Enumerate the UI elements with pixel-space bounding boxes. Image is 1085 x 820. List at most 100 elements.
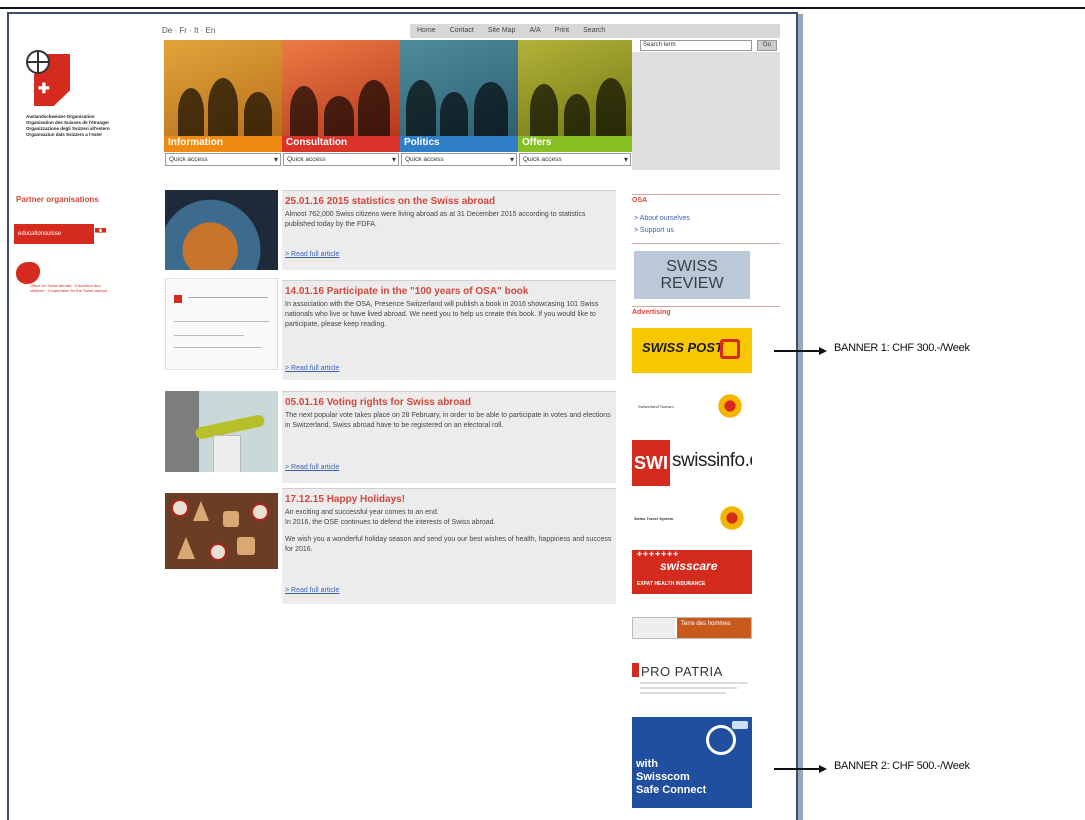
nav-home[interactable]: Home (410, 24, 443, 38)
news-article: 05.01.16 Voting rights for Swiss abroad … (282, 391, 616, 483)
article-body: We wish you a wonderful holiday season a… (285, 536, 612, 553)
swisscare-label: swisscare (660, 559, 718, 573)
osa-partner-text: Office for Swiss Abroad · Education and … (30, 283, 107, 293)
article-body: In 2016, the OSE continues to defend the… (285, 519, 496, 526)
logo-line: Organisaziun dals Svizzers a l'ester (26, 132, 103, 137)
switzerland-tourism-ad[interactable]: Switzerland Tourism (632, 390, 752, 422)
news-article: 17.12.15 Happy Holidays! An exciting and… (282, 488, 616, 604)
nav-contact[interactable]: Contact (443, 24, 481, 38)
tab-consultation[interactable]: Consultation (282, 136, 400, 150)
tab-information[interactable]: Information (164, 136, 282, 150)
sidebar-link-support[interactable]: > Support us (634, 227, 674, 234)
article-title[interactable]: 17.12.15 Happy Holidays! (285, 494, 612, 505)
sun-flower-icon (718, 504, 746, 532)
article-thumbnail-globe[interactable] (165, 190, 278, 270)
article-body: Almost 762,000 Swiss citizens were livin… (285, 211, 586, 228)
swiss-review-banner[interactable]: SWISS REVIEW (634, 251, 750, 299)
search-go-button[interactable]: Go (757, 40, 777, 51)
nav-font-size[interactable]: A/A (522, 24, 547, 38)
language-switcher[interactable]: De · Fr · It · En (162, 26, 215, 35)
header-side-panel (632, 52, 780, 170)
quick-access-information[interactable]: Quick access (165, 153, 281, 166)
tab-offers[interactable]: Offers (518, 136, 632, 150)
globe-icon (706, 725, 736, 755)
top-navigation: Home Contact Site Map A/A Print Search (410, 24, 780, 38)
search-input[interactable]: Search term (640, 40, 752, 51)
sidebar-link-about[interactable]: > About ourselves (634, 215, 690, 222)
sun-flower-icon (716, 392, 744, 420)
terre-des-hommes-label: Terre des hommes (677, 618, 751, 638)
swiss-post-label: SWISS POST (642, 340, 723, 355)
banner1-note: BANNER 1: CHF 300.-/Week (834, 342, 970, 354)
banner2-arrow (774, 765, 827, 772)
swisscom-line: Safe Connect (636, 784, 707, 796)
swisscom-line: with (636, 758, 658, 770)
globe-flag-icon: ✚ (26, 50, 70, 106)
swiss-post-ad[interactable]: SWISS POST (632, 328, 752, 373)
osa-logo[interactable]: ✚ Auslandschweizer-Organisation Organisa… (26, 50, 166, 138)
swiss-travel-system-label: Swiss Travel System (634, 516, 674, 521)
frame-shadow (798, 14, 803, 820)
swissinfo-label: swissinfo.ch (672, 450, 752, 471)
pro-patria-ad[interactable]: PRO PATRIA (632, 661, 752, 706)
swisscare-subtitle: EXPAT HEALTH INSURANCE (637, 581, 706, 587)
article-title[interactable]: 05.01.16 Voting rights for Swiss abroad (285, 397, 612, 408)
sidebar-osa-heading: OSA (632, 194, 780, 204)
article-title[interactable]: 25.01.16 2015 statistics on the Swiss ab… (285, 196, 612, 207)
quick-access-consultation[interactable]: Quick access (283, 153, 399, 166)
swiss-travel-system-ad[interactable]: Swiss Travel System (632, 500, 752, 534)
category-rule (164, 150, 282, 152)
terre-des-hommes-photo (633, 618, 675, 638)
information-banner-image[interactable] (164, 40, 282, 136)
educationsuisse-logo[interactable]: educationsuisse (14, 224, 94, 244)
read-full-article-link[interactable]: > Read full article (285, 251, 339, 258)
category-rule (400, 150, 518, 152)
read-full-article-link[interactable]: > Read full article (285, 464, 339, 471)
logo-text: Auslandschweizer-Organisation Organisati… (26, 114, 166, 138)
tab-politics[interactable]: Politics (400, 136, 518, 150)
partner-organisations-heading: Partner organisations (16, 195, 99, 204)
swi-badge: SWI (632, 440, 670, 486)
read-full-article-link[interactable]: > Read full article (285, 365, 339, 372)
sidebar-divider (632, 243, 780, 244)
top-rule (0, 7, 1085, 9)
stars-icon: ✚✚✚✚✚✚✚ (637, 552, 680, 558)
pro-patria-fineprint (640, 682, 748, 694)
read-full-article-link[interactable]: > Read full article (285, 587, 339, 594)
nav-search[interactable]: Search (576, 24, 612, 38)
category-rule (282, 150, 400, 152)
pro-patria-label: PRO PATRIA (641, 664, 723, 679)
banner1-arrow (774, 347, 827, 354)
news-article: 25.01.16 2015 statistics on the Swiss ab… (282, 190, 616, 270)
article-thumbnail-ballot[interactable] (165, 391, 278, 472)
swisscom-safe-connect-ad[interactable]: with Swisscom Safe Connect (632, 717, 752, 808)
offers-banner-image[interactable] (518, 40, 632, 136)
consultation-banner-image[interactable] (282, 40, 400, 136)
quick-access-offers[interactable]: Quick access (519, 153, 631, 166)
article-body: In association with the OSA, Presence Sw… (285, 301, 599, 328)
nav-print[interactable]: Print (548, 24, 576, 38)
politics-banner-image[interactable] (400, 40, 518, 136)
tag-icon (732, 721, 748, 729)
swisscom-line: Swisscom (636, 771, 690, 783)
review-line: REVIEW (660, 275, 724, 292)
switzerland-tourism-label: Switzerland Tourism (638, 404, 674, 409)
swiss-flag-icon (174, 295, 182, 303)
quick-access-politics[interactable]: Quick access (401, 153, 517, 166)
terre-des-hommes-ad[interactable]: Terre des hommes (632, 617, 752, 639)
review-line: SWISS (666, 258, 718, 275)
swisscare-ad[interactable]: ✚✚✚✚✚✚✚ swisscare EXPAT HEALTH INSURANCE (632, 550, 752, 594)
pro-patria-flag-icon (632, 663, 639, 677)
article-body: An exciting and successful year comes to… (285, 509, 439, 516)
article-title[interactable]: 14.01.16 Participate in the "100 years o… (285, 286, 612, 297)
nav-site-map[interactable]: Site Map (481, 24, 523, 38)
article-thumbnail-cookies[interactable] (165, 493, 278, 569)
category-rule (518, 150, 632, 152)
educationsuisse-dots-icon: ▪▫▪ (94, 220, 107, 240)
article-body: The next popular vote takes place on 28 … (285, 412, 611, 429)
swissinfo-ad[interactable]: SWI swissinfo.ch (632, 440, 752, 486)
post-horn-icon (720, 339, 740, 359)
banner2-note: BANNER 2: CHF 500.-/Week (834, 760, 970, 772)
article-thumbnail-letter[interactable] (165, 278, 278, 370)
advertising-heading: Advertising (632, 306, 780, 316)
